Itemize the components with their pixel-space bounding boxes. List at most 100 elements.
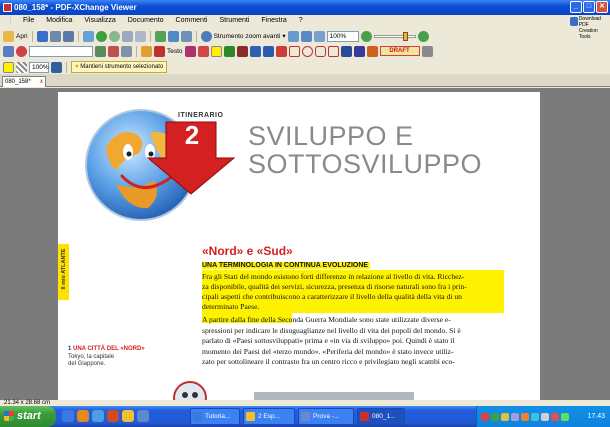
messenger-icon[interactable] xyxy=(92,410,104,422)
body-line: parlato di «Paesi sottosviluppati» prima… xyxy=(202,336,455,345)
close-button[interactable]: ✕ xyxy=(596,1,608,13)
line-style-icon[interactable] xyxy=(51,61,62,73)
maximize-button[interactable]: □ xyxy=(583,1,595,13)
caption-heading: UNA CITTÀ DEL «NORD» xyxy=(73,346,145,352)
fit-width-icon[interactable] xyxy=(287,30,299,42)
forward-icon[interactable] xyxy=(108,30,120,42)
ie-icon[interactable] xyxy=(62,410,74,422)
back-icon[interactable] xyxy=(95,30,107,42)
tab-document[interactable]: 080_158* x xyxy=(2,76,46,87)
keep-tool-selected-toggle[interactable]: ♥ Mantieni strumento selezionato xyxy=(71,61,168,73)
taskbar-clock[interactable]: 17.43 xyxy=(587,413,605,420)
scan-icon[interactable] xyxy=(82,30,94,42)
measure-icon[interactable] xyxy=(353,45,365,57)
menu-modifica[interactable]: Modifica xyxy=(40,15,78,27)
taskbar-item-pdfviewer[interactable]: 080_1... xyxy=(357,408,405,425)
redo-icon[interactable] xyxy=(134,30,146,42)
rotate-icon[interactable] xyxy=(154,30,166,42)
pages-icon[interactable] xyxy=(167,30,179,42)
tab-close-icon[interactable]: x xyxy=(40,77,43,87)
zoom-slider-handle[interactable] xyxy=(402,31,408,41)
stamp-dropdown-icon[interactable] xyxy=(421,45,433,57)
dropdown-chevron-icon[interactable]: ▾ xyxy=(282,32,285,40)
text-tool-label[interactable]: Testo xyxy=(167,48,183,55)
polygon-icon[interactable] xyxy=(314,45,326,57)
select-icon[interactable] xyxy=(121,45,132,57)
actual-size-icon[interactable] xyxy=(313,30,325,42)
tray-antivirus-icon[interactable] xyxy=(481,412,489,421)
zoom-out-icon[interactable] xyxy=(360,30,372,42)
search-input[interactable] xyxy=(29,45,93,57)
save-icon[interactable] xyxy=(36,30,48,42)
menu-visualizza[interactable]: Visualizza xyxy=(78,15,121,27)
sticky-note-icon[interactable] xyxy=(141,45,152,57)
draft-stamp-select[interactable]: DRAFT xyxy=(379,46,420,56)
pencil-icon[interactable] xyxy=(275,45,287,57)
taskbar-item-explorer[interactable]: 2 Esp... xyxy=(243,408,295,425)
toolbar-properties: 100% ♥ Mantieni strumento selezionato xyxy=(0,60,570,74)
zoom-level-select[interactable]: 100% xyxy=(326,30,359,42)
document-viewport[interactable]: ITINERARIO 2 SVILUPPO E SOTTOSVILUPPO Il… xyxy=(0,88,610,404)
firefox-icon[interactable] xyxy=(77,410,89,422)
find-icon[interactable] xyxy=(95,45,106,57)
menu-bar: ⋮ File Modifica Visualizza Documento Com… xyxy=(0,15,610,27)
zoom-tool-label[interactable]: Strumento zoom avanti xyxy=(214,33,281,40)
minimize-button[interactable]: _ xyxy=(570,1,582,13)
tray-battery-icon[interactable] xyxy=(561,412,569,421)
typewriter-icon[interactable] xyxy=(154,45,165,57)
layout-icon[interactable] xyxy=(180,30,192,42)
eraser-icon[interactable] xyxy=(366,45,378,57)
cloud-icon[interactable] xyxy=(327,45,339,57)
print-icon[interactable] xyxy=(62,30,74,42)
download-pdf-line1: Download PDF xyxy=(578,16,602,28)
oval-icon[interactable] xyxy=(301,45,313,57)
email-icon[interactable] xyxy=(49,30,61,42)
fill-color-icon[interactable] xyxy=(3,61,14,73)
undo-icon[interactable] xyxy=(121,30,133,42)
zoom-in-tool-icon[interactable] xyxy=(200,30,212,42)
zoom-slider[interactable] xyxy=(373,31,416,41)
folder-icon[interactable] xyxy=(122,410,134,422)
side-tab-atlante: Il mio ATLANTE xyxy=(58,244,69,300)
menu-finestra[interactable]: Finestra xyxy=(255,15,292,27)
callout-icon[interactable] xyxy=(197,45,209,57)
snapshot-icon[interactable] xyxy=(108,45,119,57)
highlight-line: determinato Paese. xyxy=(202,302,260,311)
textbox-icon[interactable] xyxy=(184,45,196,57)
open-label[interactable]: Apri xyxy=(16,33,28,40)
tray-shield-icon[interactable] xyxy=(551,412,559,421)
menu-strumenti[interactable]: Strumenti xyxy=(213,15,255,27)
menu-file[interactable]: File xyxy=(17,15,40,27)
opacity-select[interactable]: 100% xyxy=(29,61,49,73)
menu-commenti[interactable]: Commenti xyxy=(170,15,214,27)
opacity-icon[interactable] xyxy=(16,61,27,73)
tray-update-icon[interactable] xyxy=(521,412,529,421)
rectangle-icon[interactable] xyxy=(288,45,300,57)
open-folder-icon[interactable] xyxy=(3,30,14,42)
taskbar-item-tutorial[interactable]: Tutoria... xyxy=(190,408,240,425)
line-icon[interactable] xyxy=(262,45,274,57)
stamp-icon[interactable] xyxy=(16,45,27,57)
highlight-text-icon[interactable] xyxy=(210,45,222,57)
menu-help[interactable]: ? xyxy=(293,15,309,27)
desktop-icon[interactable] xyxy=(137,410,149,422)
fit-page-icon[interactable] xyxy=(300,30,312,42)
tray-network-icon[interactable] xyxy=(491,412,499,421)
tray-messenger-icon[interactable] xyxy=(531,412,539,421)
body-line: A partire dalla fine della Seconda Guerr… xyxy=(202,315,451,324)
tray-usb-icon[interactable] xyxy=(541,412,549,421)
start-button[interactable]: start xyxy=(0,406,56,427)
tab-document-label: 080_158* xyxy=(5,79,31,85)
hand-tool-icon[interactable] xyxy=(3,45,14,57)
underline-icon[interactable] xyxy=(223,45,235,57)
pin-icon[interactable] xyxy=(340,45,352,57)
taskbar-item-prova[interactable]: Prova -... xyxy=(298,408,354,425)
menu-documento[interactable]: Documento xyxy=(122,15,170,27)
tray-bluetooth-icon[interactable] xyxy=(511,412,519,421)
download-pdf-button[interactable]: Download PDF Creation Tools xyxy=(570,16,608,40)
media-icon[interactable] xyxy=(107,410,119,422)
zoom-in-icon[interactable] xyxy=(417,30,429,42)
strikeout-icon[interactable] xyxy=(236,45,248,57)
arrow-icon[interactable] xyxy=(249,45,261,57)
tray-volume-icon[interactable] xyxy=(501,412,509,421)
